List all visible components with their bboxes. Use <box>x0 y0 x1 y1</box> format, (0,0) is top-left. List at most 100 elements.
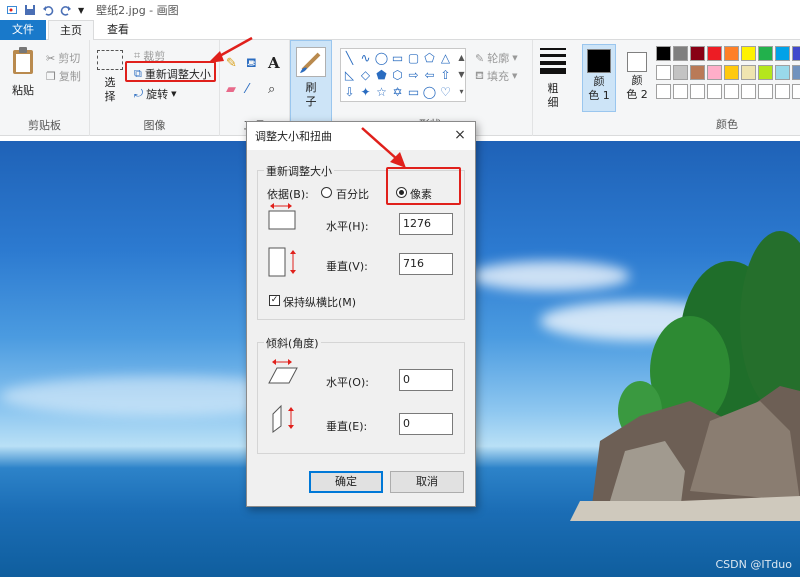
five-point-star-shape-icon[interactable]: ☆ <box>374 84 389 100</box>
oval-shape-icon[interactable]: ◯ <box>374 50 389 66</box>
vertical-input[interactable]: 716 <box>399 253 453 275</box>
color-swatch[interactable] <box>707 46 722 61</box>
down-arrow-shape-icon[interactable]: ⇩ <box>342 84 357 100</box>
heart-shape-icon[interactable]: ♡ <box>438 84 453 100</box>
custom-color-swatch[interactable] <box>775 84 790 99</box>
percent-radio[interactable] <box>321 187 332 198</box>
close-icon[interactable]: × <box>451 126 469 144</box>
skew-horizontal-input[interactable]: 0 <box>399 369 453 391</box>
color1-button[interactable]: 颜 色 1 <box>582 44 616 112</box>
custom-color-swatch[interactable] <box>656 84 671 99</box>
rounded-rectangle-shape-icon[interactable]: ▢ <box>406 50 421 66</box>
diamond-shape-icon[interactable]: ◇ <box>358 67 373 83</box>
red-arrow-icon <box>361 127 406 168</box>
outline-button[interactable]: ✎ 轮廓 ▼ <box>475 50 518 66</box>
six-point-star-shape-icon[interactable]: ✡ <box>390 84 405 100</box>
redo-icon[interactable] <box>60 4 72 16</box>
color-swatch[interactable] <box>656 65 671 80</box>
clipboard-icon <box>13 47 33 74</box>
copy-button[interactable]: ❐ 复制 <box>46 68 81 84</box>
keep-ratio-checkbox[interactable]: ✓ <box>269 295 280 306</box>
color-picker-icon[interactable]: ⁄ <box>246 82 248 97</box>
triangle-shape-icon[interactable]: △ <box>438 50 453 66</box>
by-label: 依据(B): <box>267 188 309 201</box>
color-swatch[interactable] <box>792 65 800 80</box>
color-swatch[interactable] <box>724 46 739 61</box>
outline-label: 轮廓 <box>487 52 510 65</box>
right-triangle-shape-icon[interactable]: ◺ <box>342 67 357 83</box>
custom-color-swatch[interactable] <box>758 84 773 99</box>
color-swatch[interactable] <box>656 46 671 61</box>
custom-color-swatch[interactable] <box>673 84 688 99</box>
color1-swatch <box>587 49 611 73</box>
color-swatch[interactable] <box>724 65 739 80</box>
color-swatch[interactable] <box>758 46 773 61</box>
color2-button[interactable]: 颜 色 2 <box>620 44 654 112</box>
text-icon[interactable]: A <box>268 54 280 72</box>
color-swatch[interactable] <box>673 46 688 61</box>
chevron-down-icon: ▼ <box>512 72 518 80</box>
horizontal-label: 水平(H): <box>326 220 369 233</box>
fill-button[interactable]: ⛾ 填充 ▼ <box>475 68 517 84</box>
fill-bucket-icon[interactable]: ⛾ <box>246 56 257 73</box>
custom-color-swatch[interactable] <box>690 84 705 99</box>
tab-view[interactable]: 查看 <box>98 20 138 40</box>
four-point-star-shape-icon[interactable]: ✦ <box>358 84 373 100</box>
polygon-shape-icon[interactable]: ⬠ <box>422 50 437 66</box>
eraser-icon[interactable]: ▰ <box>226 82 236 97</box>
select-button[interactable]: 选 择 <box>96 50 124 104</box>
rectangle-shape-icon[interactable]: ▭ <box>390 50 405 66</box>
horizontal-skew-icon <box>268 359 298 384</box>
custom-color-swatch[interactable] <box>741 84 756 99</box>
select-label: 选 择 <box>104 76 116 103</box>
color-swatch[interactable] <box>741 65 756 80</box>
select-rectangle-icon <box>97 50 123 70</box>
color-swatch[interactable] <box>707 65 722 80</box>
ok-button[interactable]: 确定 <box>309 471 383 493</box>
custom-color-swatch[interactable] <box>724 84 739 99</box>
custom-color-swatch[interactable] <box>707 84 722 99</box>
size-button[interactable]: 粗 细 <box>536 48 570 110</box>
color-swatch[interactable] <box>792 46 800 61</box>
cancel-button[interactable]: 取消 <box>390 471 464 493</box>
paste-button[interactable]: 粘贴 <box>6 46 40 98</box>
color-swatch[interactable] <box>758 65 773 80</box>
save-icon[interactable] <box>24 4 36 16</box>
color-swatch[interactable] <box>690 46 705 61</box>
pentagon-shape-icon[interactable]: ⬟ <box>374 67 389 83</box>
hexagon-shape-icon[interactable]: ⬡ <box>390 67 405 83</box>
tab-home[interactable]: 主页 <box>48 20 94 41</box>
skew-vertical-input[interactable]: 0 <box>399 413 453 435</box>
rotate-button[interactable]: ⤾ 旋转 ▼ <box>134 86 177 102</box>
curve-shape-icon[interactable]: ∿ <box>358 50 373 66</box>
color-swatch[interactable] <box>690 65 705 80</box>
up-arrow-shape-icon[interactable]: ⇧ <box>438 67 453 83</box>
callout-oval-shape-icon[interactable]: ◯ <box>422 84 437 100</box>
keep-ratio-label[interactable]: 保持纵横比(M) <box>283 294 356 310</box>
left-arrow-shape-icon[interactable]: ⇦ <box>422 67 437 83</box>
undo-icon[interactable] <box>42 4 54 16</box>
scroll-up-icon[interactable]: ▲ <box>454 50 469 66</box>
scissors-icon: ✂ <box>46 51 56 65</box>
color-swatch[interactable] <box>775 65 790 80</box>
percent-label[interactable]: 百分比 <box>336 186 369 202</box>
quick-access-dropdown-icon[interactable]: ▼ <box>78 6 84 15</box>
shapes-gallery[interactable]: ╲ ∿ ◯ ▭ ▢ ⬠ △ ▲ ◺ ◇ ⬟ ⬡ ⇨ ⇦ ⇧ ▼ ⇩ ✦ ☆ ✡ ▭ ◯ ♡ ▾ <box>340 48 466 102</box>
horizontal-input[interactable]: 1276 <box>399 213 453 235</box>
color-swatch[interactable] <box>673 65 688 80</box>
color-swatch[interactable] <box>741 46 756 61</box>
right-arrow-shape-icon[interactable]: ⇨ <box>406 67 421 83</box>
more-shapes-icon[interactable]: ▾ <box>454 84 469 100</box>
tab-file[interactable]: 文件 <box>0 20 46 40</box>
vertical-label: 垂直(V): <box>326 260 368 273</box>
color-swatch[interactable] <box>775 46 790 61</box>
line-shape-icon[interactable]: ╲ <box>342 50 357 66</box>
custom-color-swatch[interactable] <box>792 84 800 99</box>
scroll-down-icon[interactable]: ▼ <box>454 67 469 83</box>
pencil-icon[interactable]: ✎ <box>226 56 237 71</box>
magnifier-icon[interactable]: ⌕ <box>268 82 275 97</box>
color1-label: 颜 色 1 <box>588 75 610 102</box>
callout-rect-shape-icon[interactable]: ▭ <box>406 84 421 100</box>
copy-icon: ❐ <box>46 69 56 83</box>
cut-button[interactable]: ✂ 剪切 <box>46 50 80 66</box>
